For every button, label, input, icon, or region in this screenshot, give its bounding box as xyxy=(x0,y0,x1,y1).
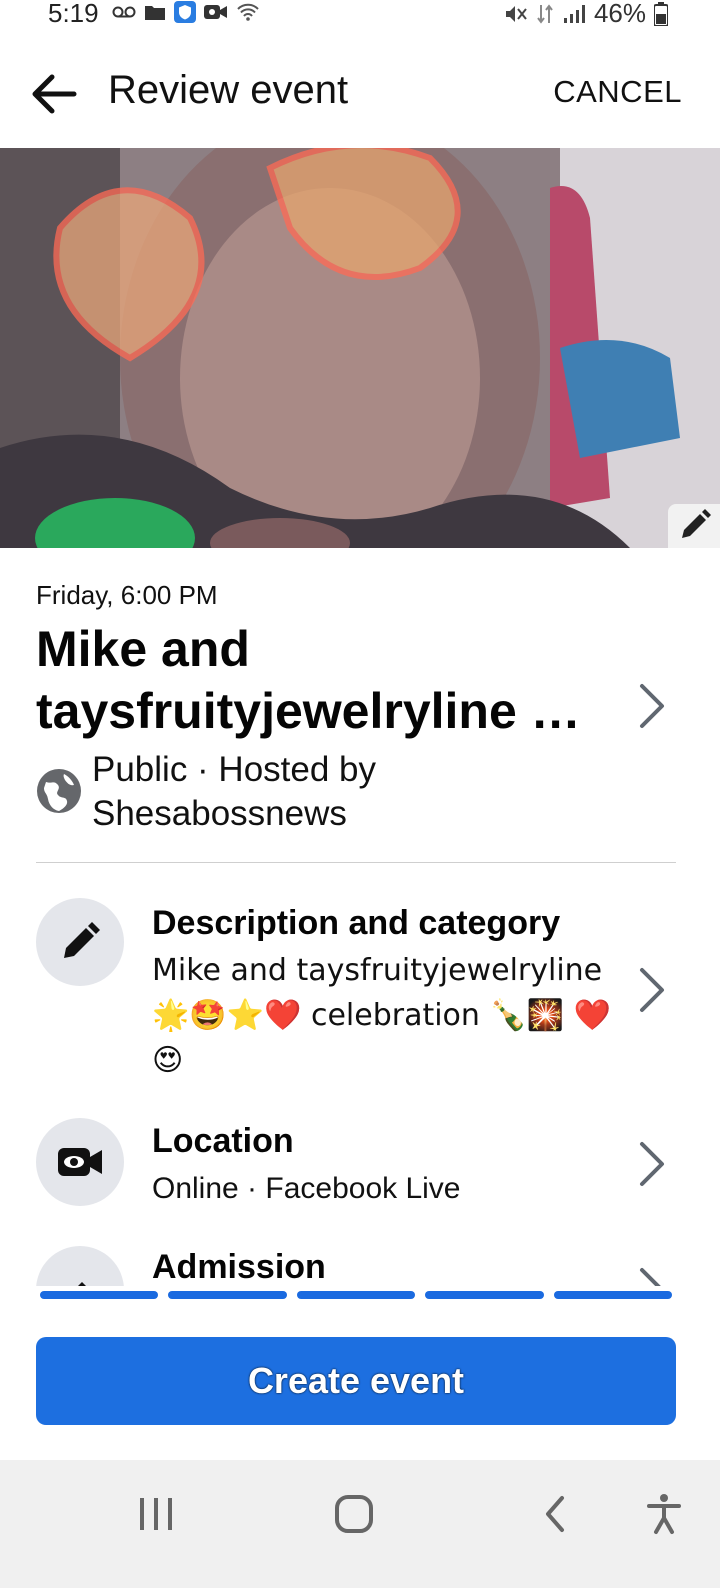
status-system-icons: 46% xyxy=(504,0,668,29)
shield-app-icon xyxy=(174,1,196,23)
chevron-right-icon xyxy=(640,1142,664,1186)
signal-icon xyxy=(563,4,585,23)
accessibility-icon xyxy=(647,1494,681,1534)
progress-segment xyxy=(40,1291,159,1299)
row-chevron xyxy=(634,1264,670,1286)
folder-icon xyxy=(145,6,165,20)
chevron-left-icon xyxy=(546,1496,564,1532)
step-progress xyxy=(40,1291,673,1303)
row-location[interactable]: Location Online · Facebook Live xyxy=(36,1118,686,1218)
chevron-right-icon xyxy=(640,968,664,1012)
create-event-button[interactable]: Create event xyxy=(36,1337,676,1425)
row-subtitle: Online · Facebook Live xyxy=(152,1172,461,1205)
row-icon-circle xyxy=(36,1118,124,1206)
progress-segment xyxy=(296,1291,416,1299)
pencil-icon xyxy=(64,922,100,958)
row-chevron xyxy=(634,1138,670,1195)
app-header: Review event CANCEL xyxy=(0,40,720,148)
row-title: Location xyxy=(152,1122,294,1160)
row-admission[interactable]: Admission xyxy=(36,1246,686,1286)
progress-segment xyxy=(425,1291,544,1299)
progress-segment xyxy=(553,1291,673,1299)
row-icon-circle xyxy=(36,1246,124,1286)
progress-segment xyxy=(168,1291,287,1299)
battery-percentage: 46% xyxy=(593,0,646,28)
video-call-status-icon xyxy=(204,5,227,19)
wifi-icon xyxy=(237,3,259,21)
battery-icon xyxy=(654,1,668,26)
accessibility-button[interactable] xyxy=(644,1492,684,1541)
row-title: Description and category xyxy=(152,904,561,942)
arrow-left-icon xyxy=(32,74,77,114)
status-time: 5:19 xyxy=(48,0,99,28)
event-title[interactable]: Mike and taysfruityjewelryline … xyxy=(36,618,596,742)
divider xyxy=(36,862,676,863)
home-icon xyxy=(335,1495,373,1533)
back-nav-button[interactable] xyxy=(536,1492,576,1541)
row-chevron xyxy=(634,964,670,1021)
edit-cover-button[interactable] xyxy=(668,504,720,548)
status-bar: 5:19 46% xyxy=(0,0,720,40)
event-title-chevron[interactable] xyxy=(634,680,670,737)
row-description-category[interactable]: Description and category Mike and taysfr… xyxy=(36,898,686,1088)
row-icon-circle xyxy=(36,898,124,986)
event-date-time: Friday, 6:00 PM xyxy=(36,580,218,610)
pencil-icon xyxy=(682,509,711,538)
row-title: Admission xyxy=(152,1248,326,1286)
page-title: Review event xyxy=(108,68,349,112)
event-privacy-host: Public · Hosted by Shesabossnews xyxy=(92,750,377,833)
row-subtitle: Mike and taysfruityjewelryline 🌟🤩⭐❤️ cel… xyxy=(152,953,612,1078)
mute-icon xyxy=(505,5,527,22)
back-button[interactable] xyxy=(26,66,82,122)
system-nav-bar xyxy=(0,1460,720,1588)
data-arrows-icon xyxy=(537,3,553,24)
video-camera-icon xyxy=(58,1148,102,1176)
event-cover-photo[interactable] xyxy=(0,148,720,548)
cancel-button[interactable]: CANCEL xyxy=(553,74,682,110)
status-notification-icons xyxy=(112,0,260,24)
cover-photo-image xyxy=(0,148,720,548)
globe-icon xyxy=(37,769,81,813)
recent-apps-button[interactable] xyxy=(136,1492,176,1541)
recent-apps-icon xyxy=(140,1498,172,1530)
voicemail-icon xyxy=(112,6,136,18)
chevron-right-icon xyxy=(640,684,664,728)
chevron-right-icon xyxy=(640,1268,661,1286)
home-button[interactable] xyxy=(334,1492,374,1541)
ticket-icon xyxy=(78,1282,86,1286)
